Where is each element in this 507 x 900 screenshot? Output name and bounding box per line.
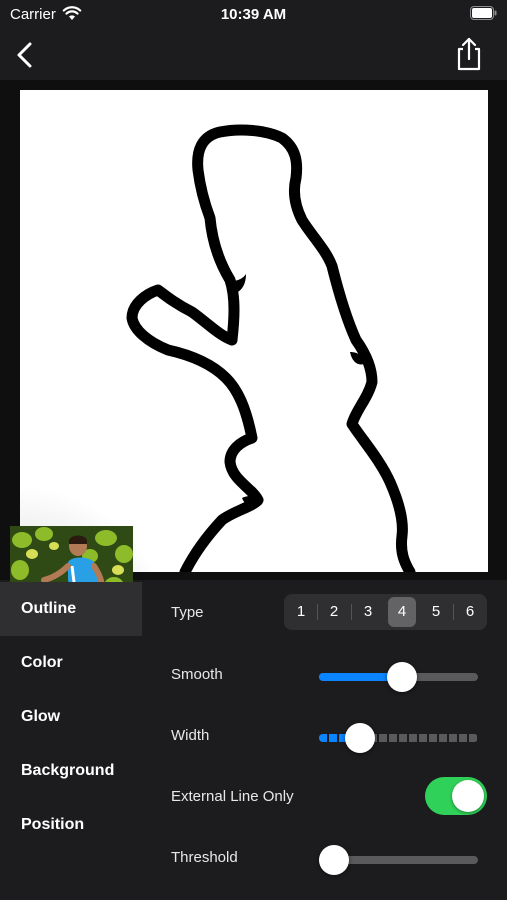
clock: 10:39 AM — [220, 6, 287, 23]
chevron-left-icon[interactable] — [10, 38, 42, 72]
smooth-slider[interactable] — [319, 662, 478, 692]
preview-area — [0, 80, 507, 652]
segment-divider — [317, 604, 318, 620]
sidebar-item-label: Position — [21, 816, 85, 833]
slider-knob[interactable] — [387, 662, 417, 692]
sidebar-item-glow[interactable]: Glow — [0, 690, 142, 744]
type-option-6[interactable]: 6 — [456, 597, 484, 627]
width-label: Width — [171, 727, 210, 744]
external-line-label: External Line Only — [171, 788, 294, 805]
sidebar-item-outline[interactable]: Outline — [0, 582, 142, 636]
sidebar-item-label: Outline — [21, 600, 77, 617]
sidebar-item-label: Color — [21, 654, 63, 671]
status-bar: Carrier 10:39 AM — [0, 0, 507, 30]
type-segmented-control: 1 2 3 4 5 6 — [284, 594, 487, 630]
share-icon[interactable] — [453, 35, 485, 73]
type-option-2[interactable]: 2 — [320, 597, 348, 627]
width-slider[interactable] — [319, 723, 478, 753]
segment-divider — [351, 604, 352, 620]
sidebar-item-label: Glow — [21, 708, 61, 725]
segment-divider — [453, 604, 454, 620]
type-option-1[interactable]: 1 — [287, 597, 315, 627]
sidebar-item-background[interactable]: Background — [0, 744, 142, 798]
type-label: Type — [171, 604, 204, 621]
sidebar-item-position[interactable]: Position — [0, 798, 142, 852]
threshold-label: Threshold — [171, 849, 238, 866]
external-line-toggle[interactable] — [425, 777, 487, 815]
type-option-3[interactable]: 3 — [354, 597, 382, 627]
slider-knob[interactable] — [345, 723, 375, 753]
smooth-label: Smooth — [171, 666, 223, 683]
type-option-5[interactable]: 5 — [422, 597, 450, 627]
toggle-knob — [452, 780, 484, 812]
settings-area: Outline Color Glow Background Position T… — [0, 582, 507, 900]
threshold-slider[interactable] — [319, 845, 478, 875]
sidebar-item-label: Background — [21, 762, 115, 779]
outline-settings-panel: Type 1 2 3 4 5 6 Smooth Width External L… — [142, 582, 507, 900]
settings-sidebar: Outline Color Glow Background Position — [0, 582, 142, 900]
sidebar-item-color[interactable]: Color — [0, 636, 142, 690]
type-option-4[interactable]: 4 — [388, 597, 416, 627]
battery-icon — [470, 6, 497, 20]
navigation-bar — [0, 30, 507, 80]
slider-knob[interactable] — [319, 845, 349, 875]
